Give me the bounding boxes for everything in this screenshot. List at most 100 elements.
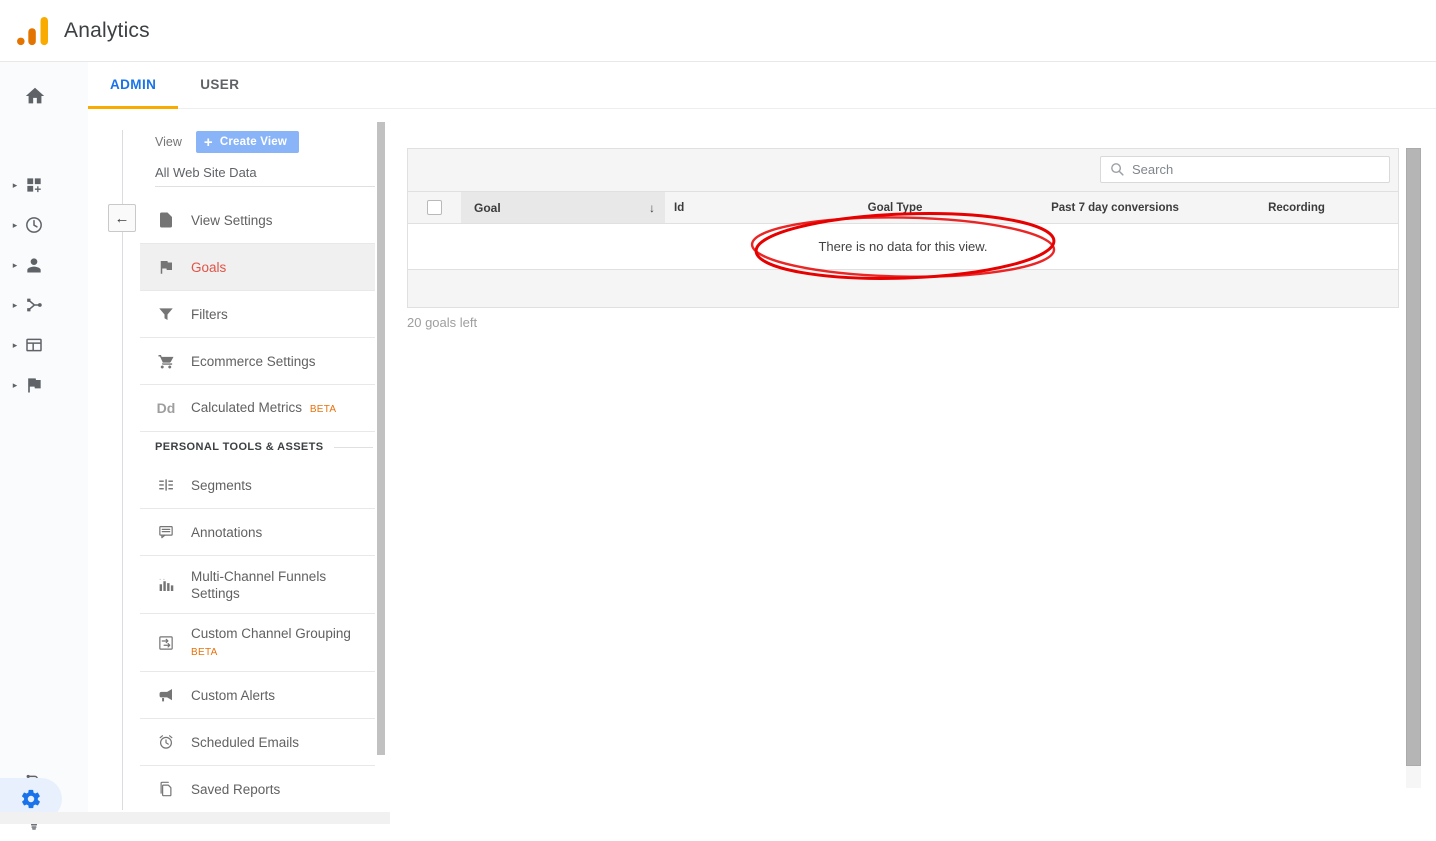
column-label: Goal [474,201,501,215]
funnel-icon [155,305,177,323]
sort-descending-icon: ↓ [649,201,655,215]
select-all-checkbox[interactable] [427,200,442,215]
menu-label: View Settings [191,212,273,229]
menu-label: Segments [191,477,252,494]
back-arrow-icon: ← [115,210,130,227]
flag-icon [155,258,177,276]
column-header-recording[interactable]: Recording [1195,192,1398,223]
menu-label: Annotations [191,524,262,541]
nav-acquisition[interactable]: ▸ [0,285,88,325]
bottom-strip [0,812,390,824]
create-view-label: Create View [220,136,287,148]
channel-grouping-icon [155,634,177,652]
menu-label: Multi-Channel Funnels Settings [191,568,351,602]
segments-icon [155,476,177,494]
menu-item-goals[interactable]: Goals [140,244,375,291]
flag-icon [24,375,44,395]
analytics-logo-icon [16,16,50,46]
gear-icon [20,788,42,810]
divider [155,186,375,187]
tab-user[interactable]: USER [178,62,261,109]
menu-label: Calculated Metrics [191,400,302,415]
column-header-id[interactable]: Id [665,192,755,223]
tab-admin[interactable]: ADMIN [88,62,178,109]
menu-item-filters[interactable]: Filters [140,291,375,338]
report-copy-icon [155,780,177,798]
nav-rail: ▸ ▸ ▸ ▸ ▸ ▸ [0,62,88,824]
menu-label: Saved Reports [191,781,280,798]
divider [334,447,373,448]
view-settings-panel: View + Create View All Web Site Data ← V… [88,109,390,824]
customization-icon [24,175,44,195]
expand-arrow-icon[interactable]: ▸ [8,260,22,271]
search-icon [1109,161,1126,178]
expand-arrow-icon[interactable]: ▸ [8,180,22,191]
menu-item-annotations[interactable]: Annotations [140,509,375,556]
nav-realtime[interactable]: ▸ [0,205,88,245]
menu-item-custom-alerts[interactable]: Custom Alerts [140,672,375,719]
menu-item-scheduled-emails[interactable]: Scheduled Emails [140,719,375,766]
menu-label: Ecommerce Settings [191,353,316,370]
bar-chart-icon [155,576,177,594]
nav-customization[interactable]: ▸ [0,165,88,205]
clock-icon [24,215,44,235]
menu-label: Scheduled Emails [191,734,299,751]
menu-item-calculated-metrics[interactable]: Dd Calculated Metrics BETA [140,385,375,432]
panel-scrollbar[interactable] [377,122,385,755]
beta-badge: BETA [191,644,351,661]
document-icon [155,211,177,229]
column-header-past-7-day-conversions[interactable]: Past 7 day conversions [1035,192,1195,223]
view-column-label: View [155,135,182,149]
menu-item-saved-reports[interactable]: Saved Reports [140,766,375,813]
acquisition-icon [24,295,44,315]
nav-conversions[interactable]: ▸ [0,365,88,405]
search-box[interactable] [1100,156,1390,183]
app-title: Analytics [64,19,150,43]
table-footer [408,270,1398,307]
menu-item-view-settings[interactable]: View Settings [140,197,375,244]
menu-label: Filters [191,306,228,323]
dd-icon: Dd [155,400,177,416]
menu-item-mcf-settings[interactable]: Multi-Channel Funnels Settings [140,556,375,614]
goals-left-label: 20 goals left [407,315,477,330]
column-header-goal-type[interactable]: Goal Type [755,192,1035,223]
view-menu: View Settings Goals Filters Ecommerce Se… [140,197,375,813]
section-header: PERSONAL TOOLS & ASSETS [140,432,375,462]
nav-audience[interactable]: ▸ [0,245,88,285]
cart-icon [155,352,177,370]
hierarchy-line [122,130,123,810]
menu-item-segments[interactable]: Segments [140,462,375,509]
back-button[interactable]: ← [108,204,136,232]
expand-arrow-icon[interactable]: ▸ [8,340,22,351]
expand-arrow-icon[interactable]: ▸ [8,380,22,391]
expand-arrow-icon[interactable]: ▸ [8,300,22,311]
browser-window-icon [24,335,44,355]
admin-user-tabbar: ADMIN USER [88,62,1436,109]
current-view-name: All Web Site Data [155,165,257,180]
column-header-goal[interactable]: Goal ↓ [461,192,665,223]
person-icon [24,255,44,275]
alarm-clock-icon [155,733,177,751]
table-toolbar [408,149,1398,191]
menu-item-custom-channel-grouping[interactable]: Custom Channel Grouping BETA [140,614,375,672]
menu-label: Goals [191,259,226,276]
menu-label: Custom Alerts [191,687,275,704]
empty-data-message: There is no data for this view. [408,224,1398,270]
app-header: Analytics [0,0,1436,62]
annotation-bubble-icon [155,523,177,541]
beta-badge: BETA [310,404,337,415]
goals-table: Goal ↓ Id Goal Type Past 7 day conversio… [407,148,1399,308]
plus-icon: + [204,134,213,151]
section-title: PERSONAL TOOLS & ASSETS [155,441,324,453]
table-header-row: Goal ↓ Id Goal Type Past 7 day conversio… [408,191,1398,224]
megaphone-icon [155,686,177,704]
home-icon [24,85,46,107]
expand-arrow-icon[interactable]: ▸ [8,220,22,231]
nav-behavior[interactable]: ▸ [0,325,88,365]
search-input[interactable] [1132,158,1389,181]
menu-label: Custom Channel Grouping [191,626,351,641]
nav-home[interactable] [0,76,88,116]
menu-item-ecommerce-settings[interactable]: Ecommerce Settings [140,338,375,385]
page-scrollbar-thumb[interactable] [1406,148,1421,766]
create-view-button[interactable]: + Create View [196,131,299,153]
